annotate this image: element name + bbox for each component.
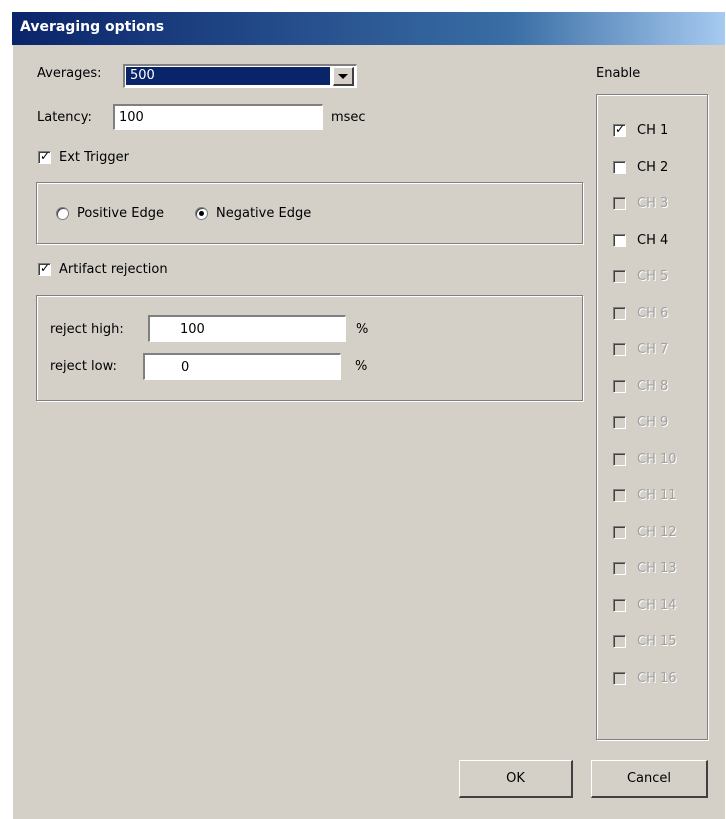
artifact-rejection-label: Artifact rejection <box>59 262 168 277</box>
averages-label: Averages: <box>37 66 102 81</box>
channel-checkbox <box>613 599 626 612</box>
positive-edge-label: Positive Edge <box>77 206 164 221</box>
channel-checkbox <box>613 489 626 502</box>
channel-checkbox <box>613 453 626 466</box>
averages-selected-value: 500 <box>126 67 330 85</box>
channel-label: CH 11 <box>637 488 677 503</box>
channel-checkbox <box>613 307 626 320</box>
channel-checkbox <box>613 343 626 356</box>
channel-checkbox <box>613 672 626 685</box>
reject-low-value: 0 <box>181 360 190 375</box>
checkmark-icon: ✓ <box>40 261 51 275</box>
channel-label: CH 7 <box>637 342 669 357</box>
title-bar: Averaging options <box>12 12 725 45</box>
channel-label: CH 1 <box>637 123 669 138</box>
ext-trigger-checkbox[interactable]: ✓ <box>38 149 51 164</box>
positive-edge-radio[interactable] <box>56 207 69 220</box>
channel-checkbox <box>613 562 626 575</box>
channel-label: CH 13 <box>637 561 677 576</box>
channel-checkbox <box>613 380 626 393</box>
cancel-button[interactable]: Cancel <box>591 760 708 798</box>
channel-label: CH 16 <box>637 671 677 686</box>
window-title: Averaging options <box>20 19 165 35</box>
averages-dropdown-button[interactable] <box>333 67 354 86</box>
reject-high-label: reject high: <box>50 322 124 337</box>
channel-label: CH 9 <box>637 415 669 430</box>
checkmark-icon: ✓ <box>615 122 626 136</box>
latency-label: Latency: <box>37 110 92 125</box>
cancel-button-label: Cancel <box>626 771 672 786</box>
channel-label: CH 15 <box>637 634 677 649</box>
channel-label: CH 2 <box>637 160 669 175</box>
channel-checkbox <box>613 270 626 283</box>
ok-button-label: OK <box>506 771 525 786</box>
channel-label: CH 12 <box>637 525 677 540</box>
channel-checkbox <box>613 197 626 210</box>
reject-low-unit: % <box>355 359 368 374</box>
ext-trigger-label: Ext Trigger <box>59 150 129 165</box>
channel-checkbox[interactable] <box>613 161 626 174</box>
reject-high-unit: % <box>356 322 369 337</box>
channel-label: CH 14 <box>637 598 677 613</box>
channel-checkbox[interactable]: ✓ <box>613 122 626 137</box>
artifact-rejection-checkbox[interactable]: ✓ <box>38 261 51 276</box>
artifact-groupbox <box>36 295 583 401</box>
channel-label: CH 10 <box>637 452 677 467</box>
reject-low-label: reject low: <box>50 359 117 374</box>
enable-label: Enable <box>596 66 641 81</box>
channel-checkbox <box>613 635 626 648</box>
channel-checkbox <box>613 526 626 539</box>
averages-select[interactable]: 500 <box>123 64 357 88</box>
reject-high-input[interactable]: 100 <box>148 315 346 342</box>
negative-edge-radio[interactable] <box>195 207 208 220</box>
chevron-down-icon <box>338 74 348 79</box>
channel-label: CH 6 <box>637 306 669 321</box>
radio-selected-dot <box>199 211 204 216</box>
latency-input[interactable]: 100 <box>113 104 323 130</box>
reject-high-value: 100 <box>180 322 205 337</box>
checkmark-icon: ✓ <box>40 149 51 163</box>
latency-unit: msec <box>331 110 366 125</box>
ok-button[interactable]: OK <box>459 760 573 798</box>
channel-label: CH 3 <box>637 196 669 211</box>
negative-edge-label: Negative Edge <box>216 206 312 221</box>
reject-low-input[interactable]: 0 <box>143 353 341 380</box>
channel-label: CH 8 <box>637 379 669 394</box>
channel-checkbox <box>613 416 626 429</box>
latency-value: 100 <box>119 110 144 125</box>
channel-label: CH 4 <box>637 233 669 248</box>
channel-label: CH 5 <box>637 269 669 284</box>
channel-checkbox[interactable] <box>613 234 626 247</box>
